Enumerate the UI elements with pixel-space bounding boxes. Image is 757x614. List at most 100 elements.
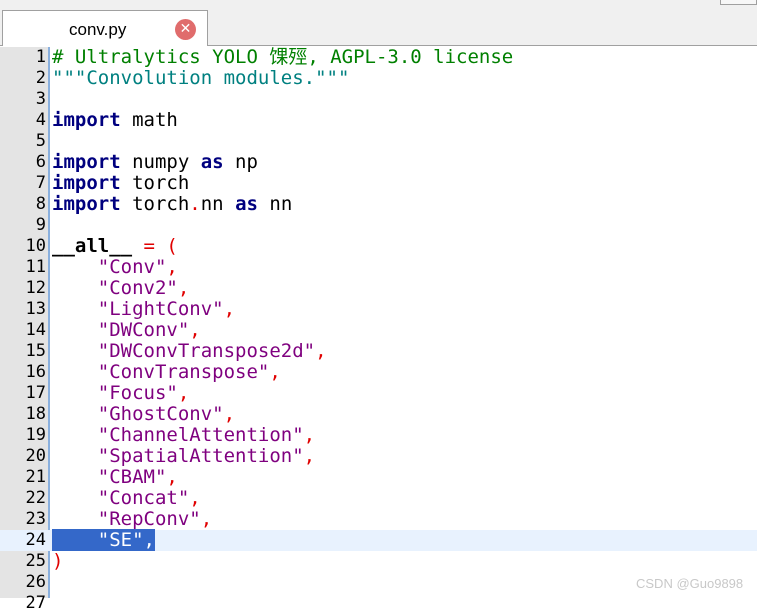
code-token: "SE",: [52, 529, 155, 551]
close-icon[interactable]: ✕: [175, 19, 196, 40]
code-line[interactable]: 3: [0, 89, 757, 110]
code-text: __all__ = (: [52, 236, 178, 257]
line-number: 19: [25, 425, 46, 445]
code-token: "DWConvTranspose2d": [97, 340, 316, 362]
watermark: CSDN @Guo9898: [636, 576, 744, 591]
code-text: "RepConv",: [52, 509, 212, 530]
line-number: 14: [25, 320, 46, 340]
code-line[interactable]: 21 "CBAM",: [0, 467, 757, 488]
code-line[interactable]: 16 "ConvTranspose",: [0, 362, 757, 383]
code-token: nn: [200, 193, 236, 215]
code-line[interactable]: 1 # Ultralytics YOLO 馃殌, AGPL-3.0 license: [0, 47, 757, 68]
code-token: torch: [120, 193, 190, 215]
line-number: 11: [25, 257, 46, 277]
code-line[interactable]: 5: [0, 131, 757, 152]
code-text: "SE",: [52, 529, 155, 551]
code-text: # Ultralytics YOLO 馃殌, AGPL-3.0 license: [52, 47, 513, 68]
code-line[interactable]: 7 import torch: [0, 173, 757, 194]
code-token: torch: [120, 172, 190, 194]
code-text: import numpy as np: [52, 152, 258, 173]
code-text: "Concat",: [52, 488, 201, 509]
line-number: 13: [25, 299, 46, 319]
code-line[interactable]: 20 "SpatialAttention",: [0, 446, 757, 467]
code-text: "LightConv",: [52, 299, 235, 320]
code-line[interactable]: 6 import numpy as np: [0, 152, 757, 173]
code-line[interactable]: 14 "DWConv",: [0, 320, 757, 341]
code-token: nn: [257, 193, 293, 215]
line-number: 16: [25, 362, 46, 382]
code-line[interactable]: 25): [0, 551, 757, 572]
code-text: "GhostConv",: [52, 404, 235, 425]
line-number: 1: [35, 47, 46, 67]
code-token: ,: [189, 319, 201, 341]
code-text: "Focus",: [52, 382, 190, 404]
line-number: 26: [25, 572, 46, 592]
code-token: "Conv": [97, 256, 167, 278]
tab-label: conv.py: [69, 20, 127, 39]
code-editor[interactable]: 1 # Ultralytics YOLO 馃殌, AGPL-3.0 license…: [0, 47, 757, 613]
code-text: "Conv",: [52, 257, 178, 278]
code-token: .: [189, 193, 201, 215]
code-line[interactable]: 10 __all__ = (: [0, 236, 757, 257]
code-line[interactable]: 27: [0, 593, 757, 614]
code-line[interactable]: 19 "ChannelAttention",: [0, 425, 757, 446]
code-token: "Concat": [97, 487, 190, 509]
code-line[interactable]: 12 "Conv2",: [0, 278, 757, 299]
code-line[interactable]: 11 "Conv",: [0, 257, 757, 278]
code-line[interactable]: 18 "GhostConv",: [0, 404, 757, 425]
code-token: "ChannelAttention": [97, 424, 304, 446]
code-line[interactable]: 9: [0, 215, 757, 236]
code-token: ,: [303, 424, 316, 446]
code-token: "DWConv": [97, 319, 190, 341]
code-token: as: [200, 151, 224, 173]
code-line[interactable]: 24 "SE",: [0, 529, 757, 551]
code-token: ,: [200, 508, 213, 530]
tab-conv-py[interactable]: conv.py ✕: [2, 10, 208, 46]
code-line[interactable]: 8 import torch.nn as nn: [0, 194, 757, 215]
code-line[interactable]: 4 import math: [0, 110, 757, 131]
code-token: import: [52, 193, 121, 215]
code-token: import: [52, 109, 121, 131]
line-number: 3: [35, 89, 46, 109]
code-line[interactable]: 22 "Concat",: [0, 488, 757, 509]
line-number: 7: [35, 173, 46, 193]
code-token: "GhostConv": [97, 403, 224, 425]
window-corner: [720, 0, 757, 5]
code-line[interactable]: 23 "RepConv",: [0, 509, 757, 530]
line-number: 9: [35, 215, 46, 235]
code-token: ,: [315, 340, 327, 362]
code-token: # Ultralytics YOLO 馃殌, AGPL-3.0 license: [52, 46, 514, 68]
line-number: 10: [25, 236, 46, 256]
code-line[interactable]: 2 """Convolution modules.""": [0, 68, 757, 89]
code-text: "DWConv",: [52, 320, 201, 341]
code-text: import math: [52, 110, 178, 131]
line-number: 17: [25, 383, 46, 403]
code-line[interactable]: 13 "LightConv",: [0, 299, 757, 320]
code-token: __all__: [52, 235, 133, 257]
code-token: "LightConv": [97, 298, 224, 320]
code-token: ,: [223, 298, 236, 320]
code-text: "SpatialAttention",: [52, 446, 315, 467]
line-number: 6: [35, 152, 46, 172]
code-line[interactable]: 15 "DWConvTranspose2d",: [0, 341, 757, 362]
code-token: ,: [177, 277, 190, 299]
code-token: "Focus": [97, 382, 178, 404]
line-number: 22: [25, 488, 46, 508]
code-token: numpy: [120, 151, 201, 173]
code-line[interactable]: 17 "Focus",: [0, 383, 757, 404]
code-text: """Convolution modules.""": [52, 68, 349, 89]
code-text: "CBAM",: [52, 467, 178, 488]
line-number: 27: [25, 593, 46, 613]
code-token: ): [52, 550, 64, 572]
code-token: ,: [177, 382, 190, 404]
